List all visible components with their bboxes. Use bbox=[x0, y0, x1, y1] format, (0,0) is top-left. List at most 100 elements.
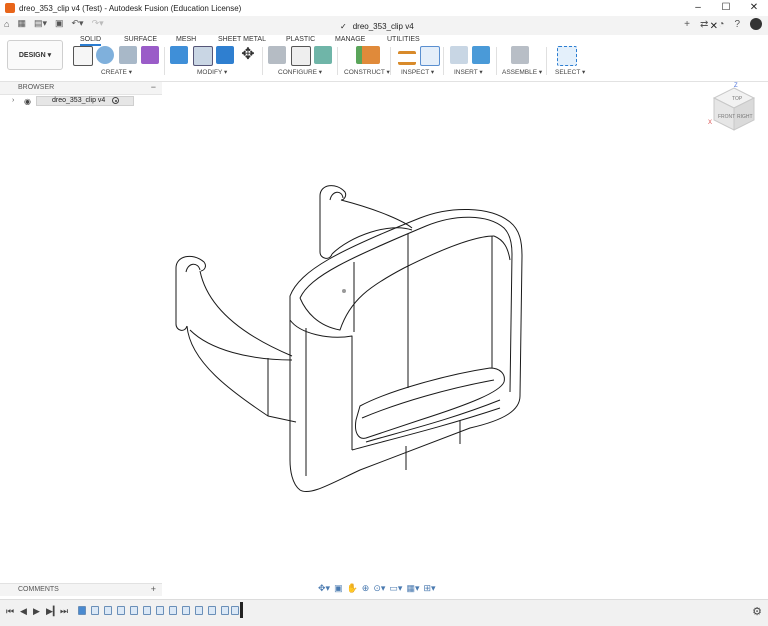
play-icon[interactable]: ▶ bbox=[33, 606, 40, 617]
viewcube[interactable]: TOP FRONT RIGHT Z X bbox=[706, 82, 762, 138]
new-tab-icon[interactable]: + bbox=[684, 19, 690, 30]
step-back-icon[interactable]: ◀ bbox=[20, 606, 27, 617]
tab-solid[interactable]: SOLID bbox=[80, 36, 102, 46]
pan-icon[interactable]: ✋ bbox=[347, 583, 358, 594]
combine-icon[interactable] bbox=[216, 46, 234, 64]
inspect-menu[interactable]: INSPECT ▾ bbox=[401, 68, 434, 76]
timeline-feature[interactable] bbox=[156, 606, 164, 615]
revolve-icon[interactable] bbox=[119, 46, 137, 64]
insert-canvas-icon[interactable] bbox=[472, 46, 490, 64]
tab-plastic[interactable]: PLASTIC bbox=[286, 36, 315, 43]
modify-menu[interactable]: MODIFY ▾ bbox=[197, 68, 227, 76]
create-form-icon[interactable] bbox=[141, 46, 159, 64]
step-forward-icon[interactable]: ▶▎ bbox=[46, 606, 60, 617]
press-pull-icon[interactable] bbox=[170, 46, 188, 64]
zoom-window-icon[interactable]: ⊕ bbox=[362, 583, 370, 594]
tab-bar-right: + ⇄ ◔ ? bbox=[684, 18, 762, 30]
collapse-browser-icon[interactable]: − bbox=[151, 82, 156, 92]
title-bar: dreo_353_clip v4 (Test) - Autodesk Fusio… bbox=[0, 0, 768, 16]
timeline-feature[interactable] bbox=[182, 606, 190, 615]
comments-title: COMMENTS bbox=[18, 586, 59, 593]
assemble-label: ASSEMBLE bbox=[502, 69, 538, 76]
activate-component-radio[interactable] bbox=[112, 97, 119, 104]
move-icon[interactable]: ✥ bbox=[239, 46, 257, 64]
insert-menu[interactable]: INSERT ▾ bbox=[454, 68, 483, 76]
insert-derive-icon[interactable] bbox=[450, 46, 468, 64]
timeline-marker[interactable] bbox=[240, 602, 243, 618]
tab-manage[interactable]: MANAGE bbox=[335, 36, 365, 43]
interference-icon[interactable] bbox=[420, 46, 440, 66]
file-menu-icon[interactable]: ▤▾ bbox=[34, 18, 47, 29]
timeline-feature[interactable] bbox=[231, 606, 239, 615]
create-menu[interactable]: CREATE ▾ bbox=[101, 68, 132, 76]
timeline-feature[interactable] bbox=[143, 606, 151, 615]
select-menu[interactable]: SELECT ▾ bbox=[555, 68, 585, 76]
timeline-feature[interactable] bbox=[195, 606, 203, 615]
zoom-icon[interactable]: ⊙▾ bbox=[373, 583, 385, 594]
ribbon-toolbar: DESIGN ▾ SOLID SURFACE MESH SHEET METAL … bbox=[0, 35, 768, 82]
gear-icon[interactable]: ⚙ bbox=[752, 605, 762, 618]
timeline-feature[interactable] bbox=[117, 606, 125, 615]
offset-plane-icon[interactable] bbox=[356, 46, 380, 64]
configure-icon[interactable] bbox=[268, 46, 286, 64]
new-component-icon[interactable] bbox=[511, 46, 529, 64]
fillet-icon[interactable] bbox=[193, 46, 213, 66]
measure-icon[interactable] bbox=[398, 51, 416, 65]
tab-mesh[interactable]: MESH bbox=[176, 36, 196, 43]
avatar[interactable] bbox=[750, 18, 762, 30]
assemble-menu[interactable]: ASSEMBLE ▾ bbox=[502, 68, 542, 76]
timeline-feature[interactable] bbox=[130, 606, 138, 615]
tab-sheet-metal[interactable]: SHEET METAL bbox=[218, 36, 266, 43]
canvas-viewport[interactable] bbox=[0, 94, 768, 580]
display-settings-icon[interactable]: ▭▾ bbox=[389, 583, 402, 594]
help-icon[interactable]: ? bbox=[734, 19, 740, 30]
timeline-feature[interactable] bbox=[221, 606, 229, 615]
close-window-button[interactable]: ✕ bbox=[740, 0, 768, 16]
configure-menu[interactable]: CONFIGURE ▾ bbox=[278, 68, 322, 76]
construct-label: CONSTRUCT bbox=[344, 69, 385, 76]
construct-menu[interactable]: CONSTRUCT ▾ bbox=[344, 68, 390, 76]
tab-surface[interactable]: SURFACE bbox=[124, 36, 157, 43]
clip-model[interactable] bbox=[175, 185, 523, 493]
timeline-feature[interactable] bbox=[104, 606, 112, 615]
home-icon[interactable]: ⌂ bbox=[4, 19, 9, 29]
notifications-icon[interactable]: ◔ bbox=[718, 19, 724, 30]
visibility-eye-icon[interactable]: ◉ bbox=[24, 97, 31, 106]
extrude-icon[interactable] bbox=[96, 46, 114, 64]
timeline-feature[interactable] bbox=[208, 606, 216, 615]
grid-icon[interactable]: ▦ bbox=[17, 18, 26, 29]
grid-settings-icon[interactable]: ▦▾ bbox=[406, 583, 419, 594]
tab-utilities[interactable]: UTILITIES bbox=[387, 36, 420, 43]
browser-root-label: dreo_353_clip v4 bbox=[52, 97, 106, 104]
minimize-button[interactable]: – bbox=[684, 0, 712, 16]
look-at-icon[interactable]: ▣ bbox=[334, 583, 343, 594]
document-tab-name: dreo_353_clip v4 bbox=[352, 21, 414, 31]
separator bbox=[443, 47, 444, 75]
table-icon[interactable] bbox=[291, 46, 311, 66]
browser-root-item[interactable]: › ◉ dreo_353_clip v4 bbox=[0, 96, 162, 108]
timeline-feature[interactable] bbox=[91, 606, 99, 615]
save-icon[interactable]: ▣ bbox=[55, 18, 64, 29]
viewcube-right-label: RIGHT bbox=[737, 114, 753, 120]
chevron-right-icon[interactable]: › bbox=[12, 97, 14, 104]
add-comment-icon[interactable]: + bbox=[151, 584, 156, 594]
timeline-feature[interactable] bbox=[78, 606, 86, 615]
undo-icon[interactable]: ↶▾ bbox=[72, 18, 84, 29]
document-tab[interactable]: ✓ dreo_353_clip v4 ✕ bbox=[340, 18, 718, 34]
orbit-icon[interactable]: ✥▾ bbox=[318, 583, 330, 594]
comments-panel-header[interactable]: COMMENTS + bbox=[0, 583, 162, 596]
maximize-button[interactable]: ☐ bbox=[712, 0, 740, 16]
go-to-start-icon[interactable]: ⏮ bbox=[6, 606, 14, 617]
timeline-feature[interactable] bbox=[169, 606, 177, 615]
select-icon[interactable] bbox=[557, 46, 577, 66]
extensions-icon[interactable]: ⇄ bbox=[700, 19, 708, 30]
create-sketch-icon[interactable] bbox=[73, 46, 93, 66]
viewports-icon[interactable]: ⊞▾ bbox=[423, 583, 435, 594]
go-to-end-icon[interactable]: ⏭ bbox=[60, 606, 68, 617]
create-label: CREATE bbox=[101, 69, 127, 76]
browser-panel-header[interactable]: BROWSER − bbox=[0, 82, 162, 95]
redo-icon[interactable]: ↷▾ bbox=[92, 18, 104, 29]
workspace-switcher-button[interactable]: DESIGN ▾ bbox=[7, 40, 63, 70]
viewcube-front-label: FRONT bbox=[718, 114, 735, 120]
configure-rule-icon[interactable] bbox=[314, 46, 332, 64]
